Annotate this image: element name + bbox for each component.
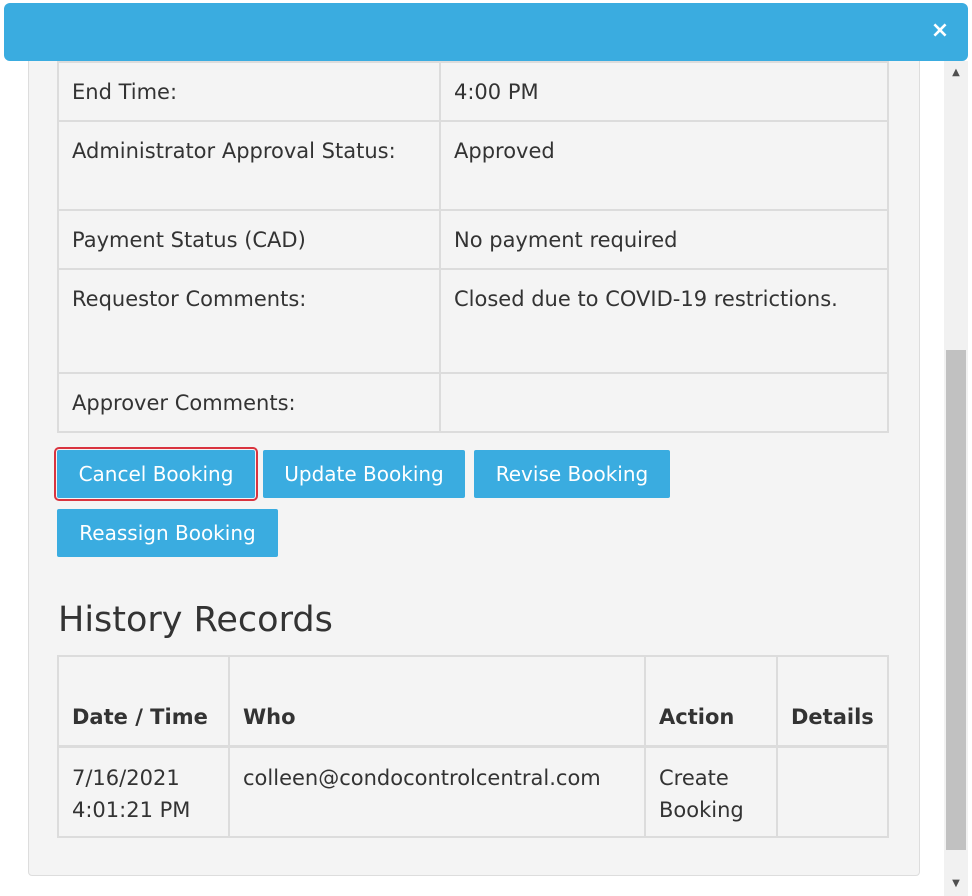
column-header-action: Action — [644, 655, 778, 748]
history-date-time: 7/16/2021 4:01:21 PM — [57, 745, 230, 838]
history-action: Create Booking — [644, 745, 778, 838]
table-row: 7/16/2021 4:01:21 PM colleen@condocontro… — [57, 745, 889, 838]
close-icon[interactable]: × — [930, 20, 950, 42]
modal-body: End Time: 4:00 PM Administrator Approval… — [0, 61, 944, 896]
booking-details-table: End Time: 4:00 PM Administrator Approval… — [57, 61, 889, 433]
reassign-booking-button[interactable]: Reassign Booking — [57, 509, 278, 557]
history-who: colleen@condocontrolcentral.com — [228, 745, 646, 838]
approver-comments-label: Approver Comments: — [57, 372, 441, 433]
end-time-label: End Time: — [57, 61, 441, 122]
table-row: Payment Status (CAD) No payment required — [57, 209, 889, 270]
column-header-date-time: Date / Time — [57, 655, 230, 748]
update-booking-button[interactable]: Update Booking — [263, 450, 465, 498]
requestor-comments-label: Requestor Comments: — [57, 268, 441, 374]
scrollbar-thumb[interactable] — [946, 350, 966, 850]
vertical-scrollbar[interactable]: ▲ ▼ — [944, 61, 968, 896]
payment-status-label: Payment Status (CAD) — [57, 209, 441, 270]
modal-header: × — [4, 3, 968, 61]
table-row: End Time: 4:00 PM — [57, 61, 889, 122]
scroll-up-arrow-icon[interactable]: ▲ — [944, 61, 968, 85]
revise-booking-button[interactable]: Revise Booking — [474, 450, 670, 498]
history-records-title: History Records — [58, 600, 333, 640]
approver-comments-value — [439, 372, 889, 433]
cancel-booking-button[interactable]: Cancel Booking — [54, 447, 258, 501]
booking-details-modal: × End Time: 4:00 PM Administrator Approv… — [0, 0, 972, 896]
scroll-down-arrow-icon[interactable]: ▼ — [944, 872, 968, 896]
table-row: Approver Comments: — [57, 372, 889, 433]
column-header-who: Who — [228, 655, 646, 748]
table-header-row: Date / Time Who Action Details — [57, 655, 889, 748]
history-details — [776, 745, 889, 838]
history-table: Date / Time Who Action Details 7/16/2021… — [57, 655, 889, 838]
column-header-details: Details — [776, 655, 889, 748]
table-row: Requestor Comments: Closed due to COVID-… — [57, 268, 889, 374]
table-row: Administrator Approval Status: Approved — [57, 120, 889, 211]
end-time-value: 4:00 PM — [439, 61, 889, 122]
requestor-comments-value: Closed due to COVID-19 restrictions. — [439, 268, 889, 374]
approval-status-value: Approved — [439, 120, 889, 211]
payment-status-value: No payment required — [439, 209, 889, 270]
approval-status-label: Administrator Approval Status: — [57, 120, 441, 211]
